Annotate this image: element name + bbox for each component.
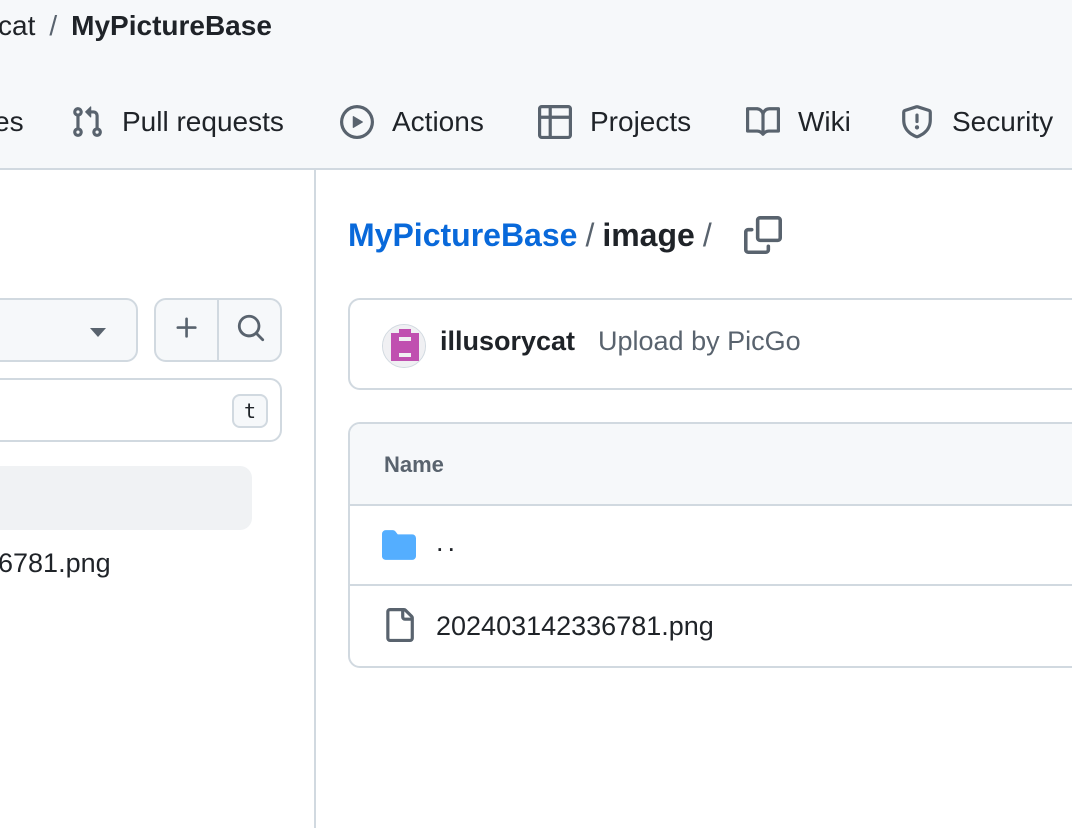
plus-icon <box>173 314 201 347</box>
tab-actions-label: Actions <box>392 106 484 137</box>
repo-breadcrumb: cat / MyPictureBase <box>0 8 272 44</box>
directory-file-table: Name .. 202403142336781.png <box>348 422 1072 668</box>
avatar[interactable] <box>382 324 426 368</box>
table-header: Name <box>350 424 1072 506</box>
shield-icon <box>900 105 934 139</box>
tree-action-buttons <box>154 298 282 362</box>
tab-pull-requests-label: Pull requests <box>122 106 284 137</box>
tab-security-label: Security <box>952 106 1054 137</box>
repo-nav-tabs: es Pull requests Actions Projects Wiki S… <box>0 96 1072 148</box>
branch-selector[interactable] <box>0 298 138 362</box>
table-row[interactable]: 202403142336781.png <box>350 586 1072 666</box>
caret-down-icon <box>90 328 106 337</box>
book-icon <box>746 105 780 139</box>
tab-actions[interactable]: Actions <box>340 96 484 148</box>
folder-icon <box>382 528 416 562</box>
table-icon <box>538 105 572 139</box>
path-current-dir: image <box>602 217 695 253</box>
file-name-link[interactable]: 202403142336781.png <box>436 608 714 644</box>
repo-header: cat / MyPictureBase es Pull requests Actio… <box>0 0 1072 170</box>
repo-name-link[interactable]: MyPictureBase <box>71 10 272 41</box>
repo-owner-link[interactable]: cat <box>0 10 35 41</box>
file-icon <box>382 608 416 642</box>
panel-divider[interactable] <box>314 170 316 828</box>
parent-directory-link[interactable]: .. <box>436 524 459 560</box>
tree-item-file[interactable]: 6781.png <box>0 545 111 581</box>
tab-issues-label: es <box>0 106 24 137</box>
keyboard-shortcut-badge: t <box>232 394 268 428</box>
path-separator-trailing: / <box>702 217 712 253</box>
copy-icon <box>744 216 782 258</box>
copy-path-button[interactable] <box>744 216 782 254</box>
tab-projects-label: Projects <box>590 106 692 137</box>
commit-message-link[interactable]: Upload by PicGo <box>598 326 801 357</box>
go-to-file-input[interactable]: t <box>0 378 282 442</box>
table-row[interactable]: .. <box>350 506 1072 586</box>
tab-issues[interactable]: es <box>0 96 24 148</box>
path-root-link[interactable]: MyPictureBase <box>348 214 577 256</box>
repo-breadcrumb-separator: / <box>49 10 58 41</box>
tab-wiki-label: Wiki <box>798 106 851 137</box>
tab-pull-requests[interactable]: Pull requests <box>70 96 284 148</box>
tab-projects[interactable]: Projects <box>538 96 691 148</box>
column-header-name: Name <box>384 452 444 477</box>
search-icon <box>236 313 266 348</box>
play-icon <box>340 105 374 139</box>
add-file-button[interactable] <box>156 300 219 360</box>
file-path-breadcrumb: MyPictureBase / image / <box>348 214 720 256</box>
pull-request-icon <box>70 105 104 139</box>
tab-security[interactable]: Security <box>900 96 1053 148</box>
tab-wiki[interactable]: Wiki <box>746 96 851 148</box>
search-files-button[interactable] <box>219 300 280 360</box>
tree-item-selected-folder[interactable] <box>0 466 252 530</box>
commit-author-link[interactable]: illusorycat <box>440 326 575 357</box>
path-separator: / <box>585 217 595 253</box>
latest-commit-box: illusorycat Upload by PicGo <box>348 298 1072 390</box>
